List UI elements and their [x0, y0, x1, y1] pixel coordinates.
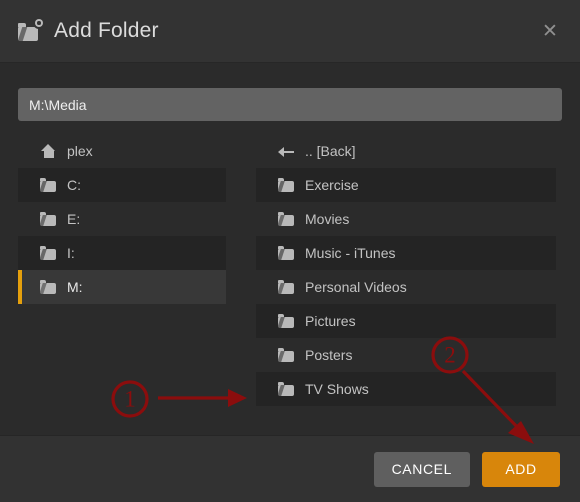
home-icon [40, 143, 57, 159]
folder-icon [278, 313, 295, 329]
list-item-exercise[interactable]: Exercise [256, 168, 556, 202]
page-title: Add Folder [54, 19, 159, 42]
list-item-label: I: [67, 245, 75, 261]
folder-icon [278, 381, 295, 397]
folder-icon [278, 245, 295, 261]
list-item-label: M: [67, 279, 83, 295]
list-item-music-itunes[interactable]: Music - iTunes [256, 236, 556, 270]
list-item-posters[interactable]: Posters [256, 338, 556, 372]
list-item-label: E: [67, 211, 81, 227]
drives-list: plex C: E: I: M: [18, 134, 226, 406]
dialog-footer: CANCEL ADD [0, 435, 580, 502]
folder-icon [278, 177, 295, 193]
list-item-label: plex [67, 143, 93, 159]
list-item-label: Personal Videos [305, 279, 407, 295]
close-icon[interactable]: ✕ [536, 17, 564, 45]
list-item-label: C: [67, 177, 81, 193]
dialog-body: plex C: E: I: M: [0, 63, 580, 435]
list-item-label: .. [Back] [305, 143, 356, 159]
list-item-tv-shows[interactable]: TV Shows [256, 372, 556, 406]
list-item-pictures[interactable]: Pictures [256, 304, 556, 338]
folder-icon [40, 245, 57, 261]
folder-icon [40, 279, 57, 295]
list-item-label: Movies [305, 211, 350, 227]
add-folder-dialog: Add Folder ✕ plex C: E: [0, 0, 580, 502]
list-item-label: Posters [305, 347, 353, 363]
list-item-personal-videos[interactable]: Personal Videos [256, 270, 556, 304]
list-item-i-drive[interactable]: I: [18, 236, 226, 270]
folder-icon [278, 347, 295, 363]
list-item-e-drive[interactable]: E: [18, 202, 226, 236]
list-item-label: Exercise [305, 177, 359, 193]
path-input[interactable] [18, 88, 562, 121]
back-arrow-icon [278, 144, 295, 159]
folder-add-icon [18, 19, 43, 42]
dialog-header: Add Folder ✕ [0, 0, 580, 63]
list-item-label: Pictures [305, 313, 356, 329]
list-item-m-drive[interactable]: M: [18, 270, 226, 304]
folders-list: .. [Back] Exercise Movies Music - iTunes… [256, 134, 556, 406]
folder-icon [278, 279, 295, 295]
folder-browser: plex C: E: I: M: .. [Back] Exercise Movi… [0, 134, 580, 406]
cancel-button[interactable]: CANCEL [373, 451, 470, 487]
list-item-c-drive[interactable]: C: [18, 168, 226, 202]
folder-icon [40, 177, 57, 193]
path-row [0, 63, 580, 134]
add-button[interactable]: ADD [482, 451, 560, 487]
list-item-plex[interactable]: plex [18, 134, 226, 168]
folder-icon [278, 211, 295, 227]
list-item-movies[interactable]: Movies [256, 202, 556, 236]
folder-icon [40, 211, 57, 227]
list-item-label: TV Shows [305, 381, 369, 397]
list-item-back[interactable]: .. [Back] [256, 134, 556, 168]
list-item-label: Music - iTunes [305, 245, 396, 261]
